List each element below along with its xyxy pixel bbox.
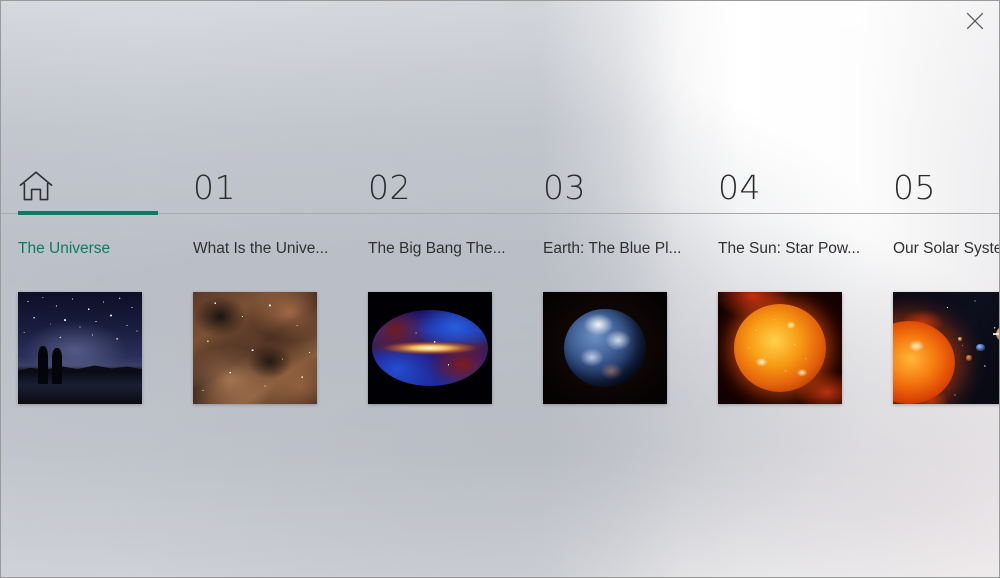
- lesson-thumbnail-row: [1, 292, 999, 406]
- lesson-tab-strip: 01 02 03 04 05: [1, 157, 999, 219]
- bright-sources-layer: [371, 309, 489, 387]
- thumbnail-cell-04[interactable]: [701, 292, 876, 406]
- lesson-title-row: The Universe What Is the Unive... The Bi…: [1, 239, 999, 267]
- figure-silhouette: [38, 345, 48, 384]
- earth-globe: [564, 308, 646, 388]
- thumbnail-cell-02[interactable]: [351, 292, 526, 406]
- tab-04[interactable]: 04: [701, 157, 876, 219]
- tab-03[interactable]: 03: [526, 157, 701, 219]
- thumbnail-all-sky-galactic-plane-map[interactable]: [368, 292, 492, 404]
- tab-05[interactable]: 05: [876, 157, 999, 219]
- close-button[interactable]: [952, 2, 998, 40]
- thumbnail-starry-night-lake-silhouettes[interactable]: [18, 292, 142, 404]
- close-icon: [964, 10, 986, 32]
- stars-layer: [193, 292, 317, 404]
- backdrop-veil: [1, 1, 999, 577]
- thumbnail-cell-home[interactable]: [1, 292, 176, 406]
- lesson-label-05[interactable]: Our Solar Syste: [876, 239, 999, 267]
- tab-01[interactable]: 01: [176, 157, 351, 219]
- tab-number: 04: [718, 168, 761, 207]
- tab-02[interactable]: 02: [351, 157, 526, 219]
- thumbnail-orange-brown-nebula-dust[interactable]: [193, 292, 317, 404]
- lesson-navigator-window: 01 02 03 04 05 The Universe What Is the …: [0, 0, 1000, 578]
- tab-rail: 01 02 03 04 05: [1, 157, 999, 219]
- nebula-art: [193, 292, 317, 404]
- night-sky-art: [18, 292, 142, 404]
- lesson-label-01[interactable]: What Is the Unive...: [176, 239, 351, 267]
- lesson-label-04[interactable]: The Sun: Star Pow...: [701, 239, 876, 267]
- selected-tab-indicator: [18, 211, 158, 215]
- tab-number: 02: [368, 168, 411, 207]
- planet-mars: [965, 354, 973, 361]
- thumbnail-cell-03[interactable]: [526, 292, 701, 406]
- lesson-label-home[interactable]: The Universe: [1, 239, 176, 267]
- thumbnail-cell-01[interactable]: [176, 292, 351, 406]
- tab-number: 03: [543, 168, 586, 207]
- figures-layer: [35, 345, 72, 384]
- sun-art: [718, 292, 842, 404]
- tab-number: 05: [893, 168, 936, 207]
- thumbnail-earth-blue-marble[interactable]: [543, 292, 667, 404]
- thumbnail-sun-with-solar-flares[interactable]: [718, 292, 842, 404]
- thumbnail-cell-05[interactable]: [876, 292, 999, 406]
- lesson-label-03[interactable]: Earth: The Blue Pl...: [526, 239, 701, 267]
- granulation-layer: [734, 304, 826, 392]
- figure-silhouette: [52, 348, 63, 384]
- lesson-label-02[interactable]: The Big Bang The...: [351, 239, 526, 267]
- home-icon: [18, 169, 54, 203]
- tab-home[interactable]: [1, 157, 176, 219]
- tab-number: 01: [193, 168, 236, 207]
- thumbnail-solar-system-sun-and-planets[interactable]: [893, 292, 999, 404]
- planet-neptune: [976, 343, 985, 352]
- solar-system-art: [893, 292, 999, 404]
- sun-disc: [734, 304, 826, 392]
- earth-art: [543, 292, 667, 404]
- ellipse-projection: [371, 309, 489, 387]
- all-sky-map-art: [368, 292, 492, 404]
